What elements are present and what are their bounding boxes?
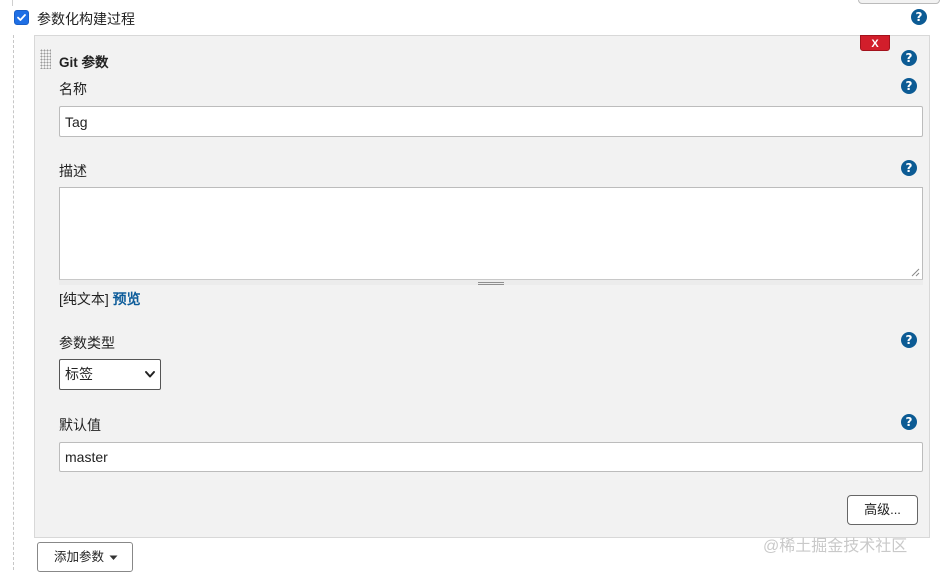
caret-down-icon	[109, 555, 118, 560]
resize-corner-icon[interactable]	[911, 268, 920, 277]
default-value-label: 默认值	[59, 417, 101, 433]
preview-link[interactable]: 预览	[113, 291, 141, 307]
help-icon[interactable]: ?	[901, 332, 917, 348]
default-value-input[interactable]	[59, 442, 923, 472]
description-textarea[interactable]	[59, 187, 923, 285]
textarea-resize-handle[interactable]	[59, 279, 923, 285]
parameter-type-select[interactable]: 标签	[59, 359, 161, 390]
previous-section-button[interactable]	[858, 0, 940, 4]
add-parameter-button[interactable]: 添加参数	[37, 542, 133, 572]
help-icon[interactable]: ?	[911, 9, 927, 25]
help-icon[interactable]: ?	[901, 78, 917, 94]
description-format-row: [纯文本] 预览	[59, 289, 141, 309]
help-icon[interactable]: ?	[901, 50, 917, 66]
parameterized-build-checkbox[interactable]	[14, 10, 29, 25]
top-guide-line	[12, 0, 14, 6]
grip-icon	[478, 282, 504, 285]
name-label: 名称	[59, 81, 87, 97]
parameterized-build-label: 参数化构建过程	[37, 11, 135, 27]
parameter-type-label: 参数类型	[59, 335, 115, 351]
description-label: 描述	[59, 163, 87, 179]
chevron-down-icon	[145, 371, 155, 378]
delete-parameter-button[interactable]: X	[860, 35, 890, 51]
add-parameter-label: 添加参数	[54, 550, 105, 564]
watermark: @稀土掘金技术社区	[763, 538, 908, 555]
plain-text-label: [纯文本]	[59, 291, 109, 307]
advanced-button[interactable]: 高级...	[847, 495, 918, 525]
check-icon	[17, 14, 26, 21]
section-guide-line	[13, 35, 14, 570]
parameter-type-title: Git 参数	[59, 55, 109, 70]
parameter-type-selected: 标签	[65, 366, 93, 382]
name-input[interactable]	[59, 106, 923, 137]
drag-handle-icon[interactable]	[40, 49, 51, 69]
help-icon[interactable]: ?	[901, 160, 917, 176]
help-icon[interactable]: ?	[901, 414, 917, 430]
